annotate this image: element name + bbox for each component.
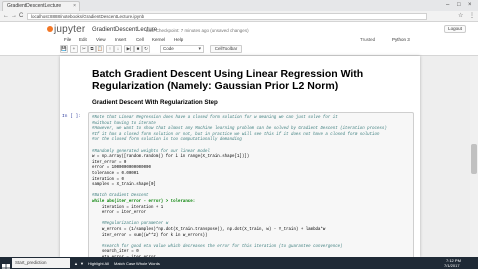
code-line: #Note that Linear Regression does have a…	[92, 116, 338, 120]
close-icon[interactable]: ×	[73, 2, 76, 11]
whole-words-option[interactable]: Whole Words	[136, 261, 160, 266]
reload-icon[interactable]: C	[19, 12, 23, 21]
screen: GradientDescentLecture × – □ × ← → C loc…	[0, 0, 478, 269]
code-line: iter_error = 0	[92, 160, 127, 165]
cell-type-select[interactable]: Code	[160, 45, 204, 53]
code-line: error = 1000000000000000	[92, 166, 151, 171]
code-line: error = iter_error	[92, 211, 147, 216]
code-line: iteration = 0	[92, 177, 124, 182]
find-down-icon[interactable]: ▼	[80, 261, 84, 266]
clock-date: 7/1/2017	[444, 263, 460, 268]
code-line: #Regularization parameter w	[92, 222, 169, 227]
maximize-icon[interactable]: □	[457, 1, 461, 9]
url-field[interactable]: localhost:8888/notebooks/GradientDescent…	[27, 13, 427, 20]
browser-menu-icon[interactable]: ⋮	[469, 12, 475, 21]
code-line: #without having to iterate	[92, 121, 156, 126]
input-prompt: In [ ]:	[62, 114, 81, 119]
code-line: while abs(iter_error - error) > toleranc…	[92, 200, 196, 204]
taskbar: Start_prediction ▲ ▼ Highlight All Match…	[0, 257, 478, 269]
code-line: tolerance = 0.00001	[92, 172, 139, 176]
code-line: #Batch Gradient Descent	[92, 194, 149, 199]
paste-button[interactable]: 📋	[96, 45, 104, 53]
find-input[interactable]: Start_prediction	[12, 258, 70, 268]
markdown-heading: Batch Gradient Descent Using Linear Regr…	[92, 68, 364, 92]
code-cell[interactable]: #Note that Linear Regression does have a…	[88, 112, 414, 257]
copy-button[interactable]: ⧉	[88, 45, 96, 53]
menu-view[interactable]: View	[96, 36, 106, 44]
celltoolbar-button[interactable]: CellToolbar	[210, 45, 242, 53]
markdown-subheading: Gradient Descent With Regularization Ste…	[92, 99, 218, 106]
cut-button[interactable]: ✂	[80, 45, 88, 53]
code-line: iteration = iteration + 1	[92, 205, 164, 210]
restart-button[interactable]: ↻	[142, 45, 150, 53]
address-bar: ← → C localhost:8888/notebooks/GradientD…	[0, 11, 478, 22]
code-line: #or the closed form solution is too comp…	[92, 138, 242, 143]
menu-kernel[interactable]: Kernel	[152, 36, 165, 44]
insert-cell-button[interactable]: +	[70, 45, 78, 53]
browser-tab-title: GradientDescentLecture	[7, 3, 62, 9]
browser-tab[interactable]: GradientDescentLecture ×	[2, 1, 80, 11]
scrollbar-thumb[interactable]	[471, 144, 477, 174]
highlight-all-option[interactable]: Highlight All	[88, 261, 109, 266]
notebook-page[interactable]: Batch Gradient Descent Using Linear Regr…	[60, 56, 420, 257]
code-line: w_errors = (1/samples)*np.dot(X_train.tr…	[92, 228, 326, 232]
star-icon[interactable]: ☆	[458, 12, 463, 21]
window-close-icon[interactable]: ×	[468, 1, 472, 9]
menu-help[interactable]: Help	[174, 36, 183, 44]
menu-file[interactable]: File	[64, 36, 71, 44]
menu-edit[interactable]: Edit	[79, 36, 87, 44]
checkpoint-status: Last Checkpoint: 7 minutes ago (unsaved …	[146, 28, 249, 33]
move-up-button[interactable]: ↑	[106, 45, 114, 53]
jupyter-logo-icon	[47, 26, 53, 32]
browser-tab-strip: GradientDescentLecture × – □ ×	[0, 0, 478, 11]
code-line: search_iter = 0	[92, 250, 139, 255]
forward-icon[interactable]: →	[11, 12, 17, 21]
trusted-indicator[interactable]: Trusted	[360, 37, 375, 42]
notebook-toolbar: 💾 + ✂ ⧉ 📋 ↑ ↓ ▶| ■ ↻ Code CellToolbar	[60, 45, 418, 54]
match-case-option[interactable]: Match Case	[114, 261, 135, 266]
code-line: iter_error = sum((w**2) for k in w_error…	[92, 233, 208, 238]
code-line: w = np.array([random.random() for i in r…	[92, 155, 250, 160]
windows-start-icon[interactable]	[2, 259, 10, 269]
find-up-icon[interactable]: ▲	[74, 261, 78, 266]
run-button[interactable]: ▶|	[124, 45, 134, 53]
code-line: #However, we want to show that almost an…	[92, 127, 387, 132]
move-down-button[interactable]: ↓	[114, 45, 122, 53]
menu-cell[interactable]: Cell	[136, 36, 144, 44]
stop-button[interactable]: ■	[134, 45, 142, 53]
menu-insert[interactable]: Insert	[115, 36, 126, 44]
code-line: samples = X_train.shape[0]	[92, 183, 156, 188]
back-icon[interactable]: ←	[3, 12, 9, 21]
kernel-indicator: Python 3	[392, 37, 410, 42]
logout-button[interactable]: Logout	[444, 25, 466, 33]
minimize-icon[interactable]: –	[446, 1, 449, 9]
jupyter-header: jupyter GradientDescentLecture Last Chec…	[0, 22, 478, 36]
jupyter-logo-text[interactable]: jupyter	[54, 24, 85, 35]
save-button[interactable]: 💾	[60, 45, 68, 53]
code-line: #Randomly generated weights for our line…	[92, 149, 210, 154]
